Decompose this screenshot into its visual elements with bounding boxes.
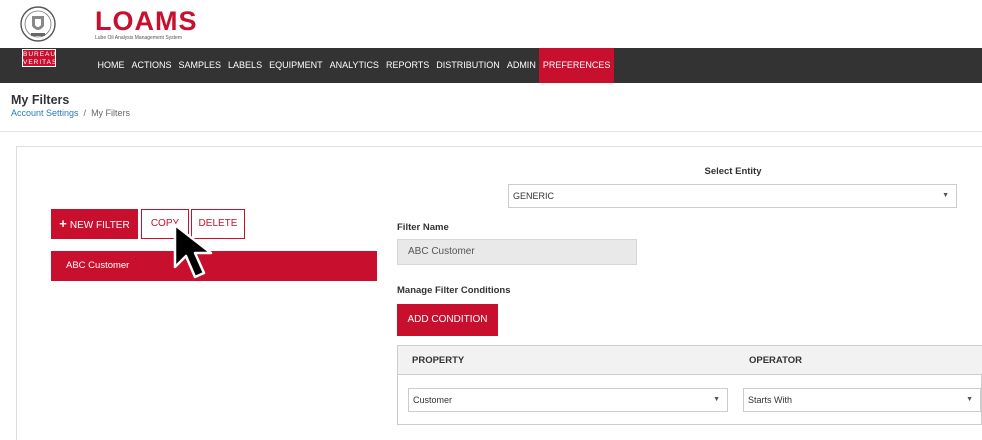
- new-filter-button[interactable]: + NEW FILTER: [51, 209, 138, 239]
- bv-tag-line1: BUREAU: [23, 51, 57, 58]
- property-select[interactable]: Customer ▼: [408, 388, 728, 412]
- breadcrumb-account-settings-link[interactable]: Account Settings: [11, 108, 79, 118]
- operator-select[interactable]: Starts With ▼: [743, 388, 981, 412]
- column-header-property: PROPERTY: [412, 355, 465, 366]
- property-select-value: Customer: [413, 395, 453, 405]
- select-entity-label: Select Entity: [704, 166, 762, 177]
- bv-tag-line2: VERITAS: [23, 59, 58, 66]
- breadcrumb-separator: /: [83, 108, 87, 118]
- plus-icon: +: [59, 216, 67, 231]
- new-filter-label: NEW FILTER: [69, 220, 130, 231]
- nav-item-distribution[interactable]: DISTRIBUTION: [433, 48, 504, 83]
- conditions-table-header: PROPERTY OPERATOR: [398, 346, 982, 375]
- caret-down-icon: ▼: [966, 396, 973, 403]
- add-condition-button[interactable]: ADD CONDITION: [397, 304, 498, 336]
- main-nav: BUREAU VERITAS HOME ACTIONS SAMPLES LABE…: [0, 48, 982, 83]
- filter-name-input[interactable]: ABC Customer: [397, 239, 637, 265]
- mouse-pointer-icon: [173, 223, 233, 283]
- nav-item-actions[interactable]: ACTIONS: [128, 48, 175, 83]
- nav-items: HOME ACTIONS SAMPLES LABELS EQUIPMENT AN…: [94, 48, 614, 83]
- loams-logo-word: LOAMS: [95, 6, 198, 36]
- nav-item-admin[interactable]: ADMIN: [503, 48, 539, 83]
- caret-down-icon: ▼: [942, 192, 949, 199]
- app-header: LOAMS Lube Oil Analysis Management Syste…: [0, 0, 982, 48]
- caret-down-icon: ▼: [713, 396, 720, 403]
- breadcrumb-current: My Filters: [91, 108, 131, 118]
- header-divider: [0, 131, 982, 132]
- manage-conditions-label: Manage Filter Conditions: [397, 285, 511, 296]
- nav-item-reports[interactable]: REPORTS: [382, 48, 432, 83]
- conditions-table: PROPERTY OPERATOR: [397, 345, 982, 425]
- nav-item-home[interactable]: HOME: [94, 48, 128, 83]
- column-header-operator: OPERATOR: [749, 355, 802, 366]
- nav-item-equipment[interactable]: EQUIPMENT: [266, 48, 327, 83]
- bureau-veritas-tag: BUREAU VERITAS: [22, 49, 56, 67]
- nav-item-samples[interactable]: SAMPLES: [175, 48, 225, 83]
- nav-item-labels[interactable]: LABELS: [225, 48, 266, 83]
- page-title: My Filters: [11, 93, 70, 107]
- operator-select-value: Starts With: [748, 395, 793, 405]
- nav-item-analytics[interactable]: ANALYTICS: [326, 48, 382, 83]
- nav-item-preferences[interactable]: PREFERENCES: [539, 48, 614, 83]
- bureau-veritas-seal-icon: [20, 6, 56, 42]
- loams-logo[interactable]: LOAMS Lube Oil Analysis Management Syste…: [95, 6, 198, 42]
- entity-select-value: GENERIC: [513, 191, 555, 201]
- filter-name-label: Filter Name: [397, 222, 449, 233]
- entity-select[interactable]: GENERIC ▼: [508, 184, 957, 208]
- breadcrumb: Account Settings / My Filters: [11, 108, 130, 118]
